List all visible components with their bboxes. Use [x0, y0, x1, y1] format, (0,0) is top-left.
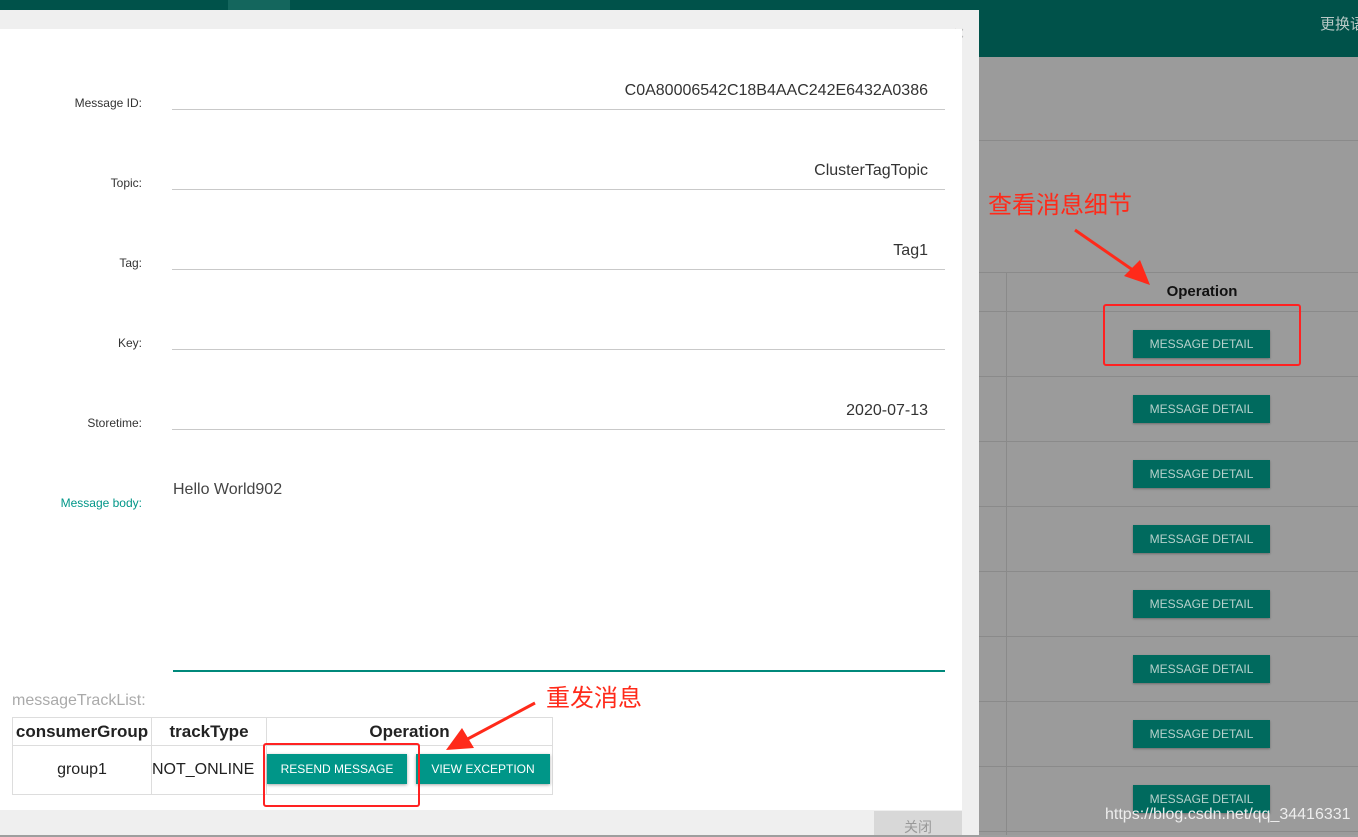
annotation-arrows [446, 228, 1150, 750]
arrow-icon [1074, 228, 1150, 285]
watermark: https://blog.csdn.net/qq_34416331 [1105, 806, 1351, 823]
arrow-icon [446, 701, 536, 750]
